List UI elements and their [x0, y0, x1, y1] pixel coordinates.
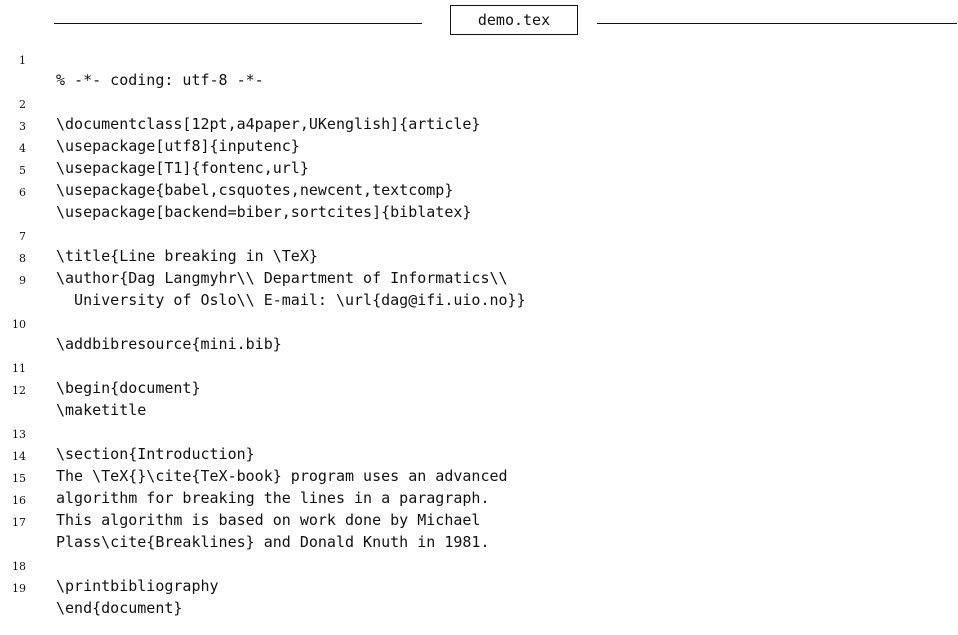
code-line: 17 Plass\cite{Breaklines} and Donald Knu… [0, 493, 958, 551]
code-line: 2 \documentclass[12pt,a4paper,UKenglish]… [0, 75, 958, 133]
code-line: 3 \usepackage[utf8]{inputenc} [0, 97, 958, 155]
line-number: 9 [19, 274, 26, 287]
code-line: 9 University of Oslo\\ E-mail: \url{dag@… [0, 251, 958, 309]
code-lines: 1 % -*- coding: utf-8 -*- 2 \documentcla… [0, 0, 958, 625]
line-number: 19 [12, 582, 26, 595]
code-line: 10 \addbibresource{mini.bib} [0, 295, 958, 353]
code-line: 11 \begin{document} [0, 339, 958, 397]
code-line: 7 \title{Line breaking in \TeX} [0, 207, 958, 265]
line-number: 10 [12, 318, 26, 331]
code-line: 16 This algorithm is based on work done … [0, 471, 958, 529]
code-line: 6 \usepackage[backend=biber,sortcites]{b… [0, 163, 958, 221]
code-listing: demo.tex 1 % -*- coding: utf-8 -*- 2 \do… [0, 0, 958, 625]
line-number: 17 [12, 516, 26, 529]
code-line: 12 \maketitle [0, 361, 958, 419]
code-line: 19 \end{document} [0, 559, 958, 617]
line-number: 6 [19, 186, 26, 199]
line-text: \end{document} [56, 599, 183, 617]
code-line: 5 \usepackage{babel,csquotes,newcent,tex… [0, 141, 958, 199]
line-number: 1 [19, 54, 26, 67]
code-line: 15 algorithm for breaking the lines in a… [0, 449, 958, 507]
code-line: 14 The \TeX{}\cite{TeX-book} program use… [0, 427, 958, 485]
code-line: 13 \section{Introduction} [0, 405, 958, 463]
line-number: 12 [12, 384, 26, 397]
code-line: 4 \usepackage[T1]{fontenc,url} [0, 119, 958, 177]
code-line: 1 % -*- coding: utf-8 -*- [0, 31, 958, 89]
code-line: 18 \printbibliography [0, 537, 958, 595]
code-line: 8 \author{Dag Langmyhr\\ Department of I… [0, 229, 958, 287]
